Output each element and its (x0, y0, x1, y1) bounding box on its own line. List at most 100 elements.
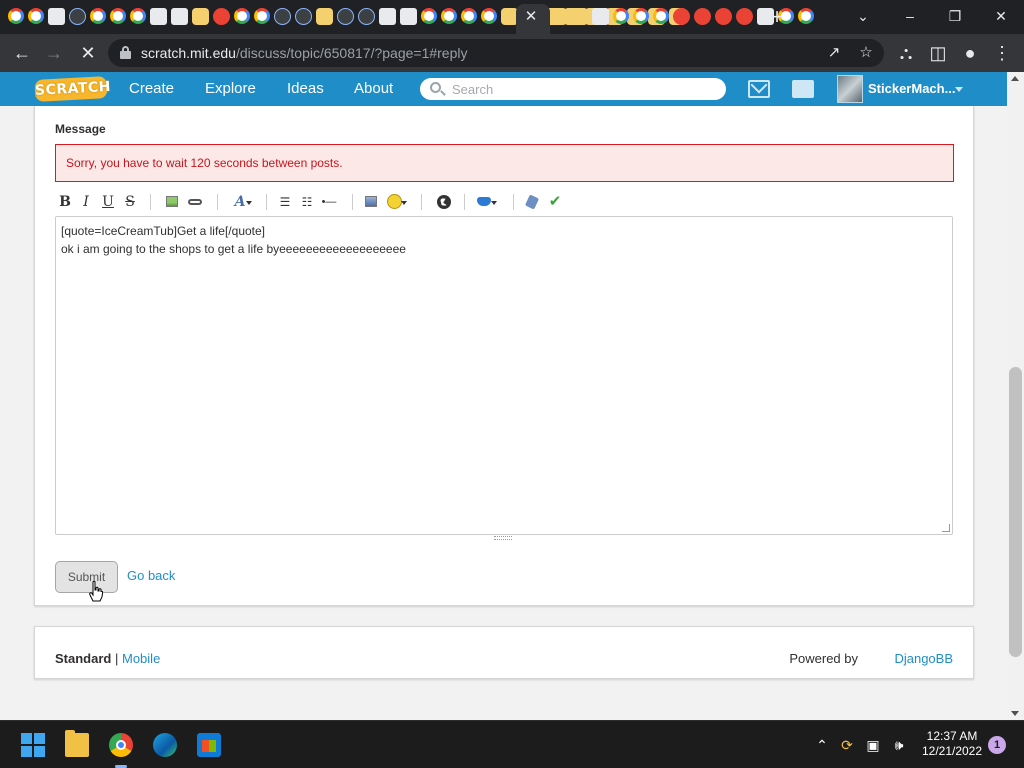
bookmark-star-icon[interactable]: ☆ (856, 43, 876, 63)
nav-explore[interactable]: Explore (205, 72, 256, 106)
file-explorer-icon[interactable] (65, 730, 89, 757)
tab-favicon-icon[interactable] (633, 8, 649, 24)
tab-favicon-icon[interactable] (8, 8, 24, 24)
tab-favicon-icon[interactable] (379, 8, 396, 25)
underline-button[interactable]: U (98, 192, 118, 212)
horizontal-rule-button[interactable]: •— (319, 192, 339, 212)
chrome-taskbar-icon[interactable] (109, 733, 133, 757)
page-scrollbar[interactable] (1007, 72, 1024, 720)
insert-image-button[interactable] (162, 192, 182, 212)
tab-favicon-icon[interactable] (316, 8, 333, 25)
microsoft-store-icon[interactable] (197, 733, 221, 757)
chrome-menu-icon[interactable]: ⋮ (990, 41, 1014, 65)
bullet-list-button[interactable]: ☰ (275, 192, 295, 212)
scroll-up-arrow-icon[interactable] (1011, 76, 1019, 81)
font-size-button[interactable]: A (230, 192, 252, 212)
strikethrough-button[interactable]: S (120, 192, 140, 212)
search-bar[interactable] (420, 78, 726, 100)
scratchblocks-button[interactable] (475, 192, 497, 212)
italic-button[interactable]: I (76, 192, 96, 212)
system-clock[interactable]: 12:37 AM 12/21/2022 (916, 729, 988, 759)
clean-formatting-button[interactable] (523, 192, 543, 212)
close-tab-icon[interactable]: ✕ (522, 8, 540, 26)
tab-favicon-icon[interactable] (550, 8, 567, 25)
tab-favicon-icon[interactable] (694, 8, 711, 25)
numbered-list-button[interactable]: ☷ (297, 192, 317, 212)
lock-icon[interactable] (120, 46, 131, 59)
tab-favicon-icon[interactable] (254, 8, 270, 24)
scratch-logo[interactable]: SCRATCH (34, 76, 111, 102)
mobile-view-link[interactable]: Mobile (122, 651, 160, 666)
side-panel-icon[interactable]: ◫ (926, 41, 950, 65)
submit-button[interactable]: Submit (55, 561, 118, 593)
tab-favicon-icon[interactable] (110, 8, 126, 24)
go-back-link[interactable]: Go back (127, 568, 175, 583)
my-stuff-folder-icon[interactable] (792, 80, 814, 98)
tray-chevron-up-icon[interactable]: ⌃ (812, 735, 832, 755)
nav-about[interactable]: About (354, 72, 393, 106)
nav-create[interactable]: Create (129, 72, 174, 106)
tab-favicon-icon[interactable] (400, 8, 417, 25)
smiley-button[interactable] (385, 192, 407, 212)
extensions-icon[interactable]: ⛬ (894, 41, 918, 65)
username[interactable]: StickerMach... (868, 72, 955, 106)
back-arrow-icon[interactable]: ← (10, 41, 34, 65)
url-text[interactable]: scratch.mit.edu/discuss/topic/650817/?pa… (141, 45, 468, 61)
tab-favicon-icon[interactable] (295, 8, 312, 25)
tab-favicon-icon[interactable] (28, 8, 44, 24)
maximize-button[interactable]: ❐ (935, 4, 975, 28)
tab-favicon-icon[interactable] (673, 8, 690, 25)
tab-favicon-icon[interactable] (592, 8, 609, 25)
tab-search-icon[interactable]: ⌄ (843, 4, 883, 28)
djangobb-link[interactable]: DjangoBB (894, 651, 953, 666)
tab-favicon-icon[interactable] (69, 8, 86, 25)
insert-link-button[interactable] (185, 192, 205, 212)
address-bar[interactable]: scratch.mit.edu/discuss/topic/650817/?pa… (108, 39, 884, 67)
tab-favicon-icon[interactable] (130, 8, 146, 24)
tab-favicon-icon[interactable] (441, 8, 457, 24)
window-close-button[interactable]: ✕ (981, 4, 1021, 28)
forward-arrow-icon[interactable]: → (42, 41, 66, 65)
tab-favicon-icon[interactable] (48, 8, 65, 25)
textarea-grip-handle[interactable] (494, 536, 512, 540)
nav-ideas[interactable]: Ideas (287, 72, 324, 106)
tab-favicon-icon[interactable] (337, 8, 354, 25)
edge-icon[interactable] (153, 733, 177, 757)
stop-loading-icon[interactable]: ✕ (76, 41, 100, 65)
search-input[interactable] (452, 80, 712, 98)
tab-favicon-icon[interactable] (653, 8, 669, 24)
tab-favicon-icon[interactable] (421, 8, 437, 24)
volume-icon[interactable]: 🕪 (889, 735, 909, 755)
bold-button[interactable]: B (55, 192, 75, 212)
windows-start-icon[interactable] (21, 733, 45, 757)
network-icon[interactable]: ▣ (863, 735, 883, 755)
tab-favicon-icon[interactable] (613, 8, 629, 24)
notification-badge[interactable]: 1 (988, 736, 1006, 754)
update-icon[interactable]: ⟳ (837, 735, 857, 755)
message-textarea[interactable]: [quote=IceCreamTub]Get a life[/quote] ok… (55, 216, 953, 535)
tab-favicon-icon[interactable] (481, 8, 497, 24)
tab-favicon-icon[interactable] (736, 8, 753, 25)
account-dropdown-chevron-icon[interactable] (955, 87, 963, 92)
tab-favicon-icon[interactable] (798, 8, 814, 24)
tab-favicon-icon[interactable] (171, 8, 188, 25)
tab-favicon-icon[interactable] (274, 8, 291, 25)
preview-button[interactable]: ✔ (545, 192, 565, 212)
tab-favicon-icon[interactable] (234, 8, 250, 24)
textarea-resize-handle[interactable] (942, 524, 950, 532)
language-button[interactable] (434, 192, 454, 212)
tab-favicon-icon[interactable] (213, 8, 230, 25)
new-tab-button[interactable]: + (766, 6, 788, 28)
avatar[interactable] (837, 75, 863, 103)
scrollbar-thumb[interactable] (1009, 367, 1022, 657)
minimize-button[interactable]: – (890, 4, 930, 28)
scroll-down-arrow-icon[interactable] (1011, 711, 1019, 716)
tab-favicon-icon[interactable] (192, 8, 209, 25)
tab-favicon-icon[interactable] (90, 8, 106, 24)
tab-favicon-icon[interactable] (461, 8, 477, 24)
tab-favicon-icon[interactable] (358, 8, 375, 25)
tab-favicon-icon[interactable] (150, 8, 167, 25)
share-icon[interactable]: ↗ (824, 43, 844, 63)
tab-favicon-icon[interactable] (715, 8, 732, 25)
profile-icon[interactable]: ● (958, 41, 982, 65)
